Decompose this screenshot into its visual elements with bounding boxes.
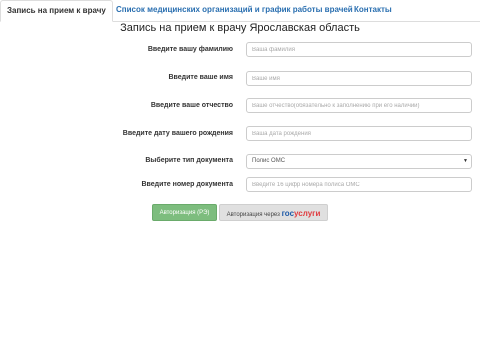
- caret-down-icon: ▼: [463, 158, 468, 164]
- doc-number-label: Введите номер документа: [141, 181, 233, 188]
- doc-type-value: Полис ОМС: [252, 158, 286, 164]
- gosuslugi-prefix: Авторизация через: [226, 212, 280, 218]
- tab-organizations-schedule[interactable]: Список медицинских организаций и график …: [110, 0, 359, 21]
- gosuslugi-logo-part1: гос: [281, 209, 295, 218]
- patronymic-label: Введите ваше отчество: [150, 102, 233, 109]
- page-title: Запись на прием к врачу Ярославская обла…: [120, 22, 360, 34]
- doc-type-select[interactable]: Полис ОМС ▼: [246, 154, 472, 169]
- doc-number-input[interactable]: [246, 177, 472, 192]
- gosuslugi-logo-part2: услуги: [294, 209, 321, 218]
- doc-type-label: Выберите тип документа: [145, 157, 233, 164]
- surname-input[interactable]: [246, 42, 472, 57]
- patronymic-input[interactable]: [246, 98, 472, 113]
- tab-contacts[interactable]: Контакты: [348, 0, 398, 21]
- tab-bar: Запись на прием к врачу Список медицинск…: [0, 0, 480, 22]
- birthdate-input[interactable]: [246, 126, 472, 141]
- tab-appointment[interactable]: Запись на прием к врачу: [0, 0, 113, 22]
- surname-label: Введите вашу фамилию: [147, 46, 233, 53]
- birthdate-label: Введите дату вашего рождения: [122, 130, 233, 137]
- name-input[interactable]: [246, 71, 472, 86]
- authorization-button[interactable]: Авторизация (РЭ): [152, 204, 217, 221]
- name-label: Введите ваше имя: [168, 74, 233, 81]
- gosuslugi-auth-button[interactable]: Авторизация через госуслуги: [219, 204, 328, 221]
